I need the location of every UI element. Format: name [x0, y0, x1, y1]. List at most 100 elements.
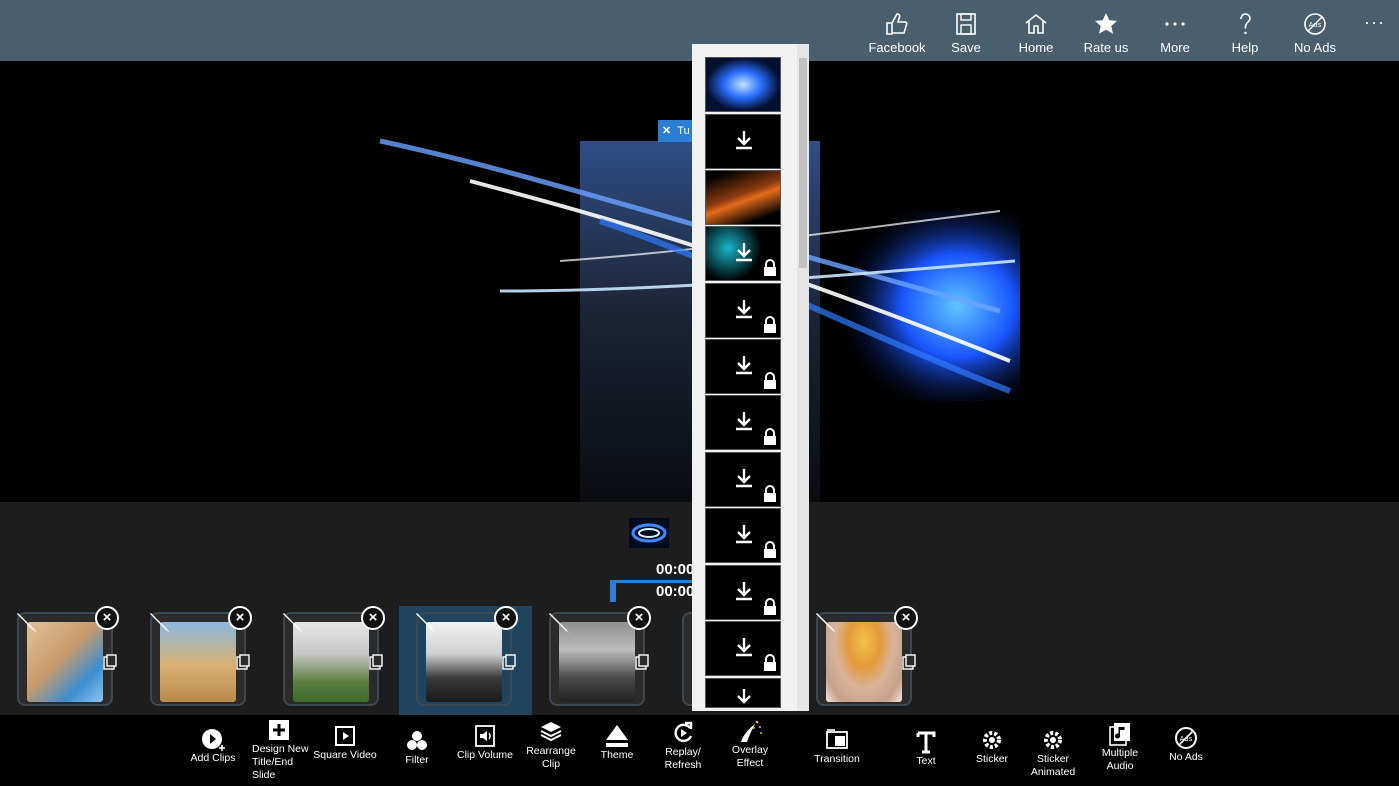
save-label: Save — [951, 40, 981, 55]
no-ads-top-label: No Ads — [1294, 40, 1336, 55]
more-button[interactable]: More — [1140, 0, 1210, 61]
filter-label: Filter — [405, 754, 429, 766]
lock-icon — [764, 428, 776, 445]
lock-icon — [764, 654, 776, 671]
transition-button[interactable]: Transition — [805, 715, 869, 786]
edit-icon[interactable] — [547, 610, 573, 636]
preview-tag-text: Tu — [677, 125, 690, 137]
clip-card[interactable]: × — [148, 606, 252, 706]
square-video-label: Square Video — [313, 749, 377, 761]
clip-card[interactable]: × — [547, 606, 651, 706]
sticker-button[interactable]: Sticker — [960, 715, 1024, 786]
theme-icon — [606, 725, 628, 747]
edit-icon[interactable] — [148, 610, 174, 636]
filter-button[interactable]: Filter — [385, 715, 449, 786]
clip-card[interactable]: × — [814, 606, 918, 706]
rate-us-button[interactable]: Rate us — [1071, 0, 1141, 61]
filter-icon — [407, 731, 427, 750]
multiple-audio-label: Multiple Audio — [1101, 747, 1139, 772]
duplicate-icon[interactable] — [103, 654, 117, 670]
scrollbar-thumb[interactable] — [799, 58, 807, 268]
overlay-item[interactable] — [705, 170, 781, 225]
overlay-effect-button[interactable]: Overlay Effect — [718, 715, 782, 786]
rearrange-clip-button[interactable]: Rearrange Clip — [519, 715, 583, 786]
facebook-button[interactable]: Facebook — [862, 0, 932, 61]
design-slide-button[interactable]: Design New Title/End Slide — [247, 715, 311, 786]
download-icon — [736, 300, 752, 319]
lock-icon — [764, 541, 776, 558]
theme-button[interactable]: Theme — [585, 715, 649, 786]
close-icon[interactable]: ✕ — [662, 125, 671, 137]
text-button[interactable]: Text — [894, 715, 958, 786]
clip-card-selected[interactable]: × — [414, 606, 518, 706]
save-button[interactable]: Save — [931, 0, 1001, 61]
design-slide-icon — [269, 720, 289, 740]
overlay-item-locked[interactable] — [705, 508, 781, 563]
add-clips-button[interactable]: Add Clips — [181, 715, 245, 786]
square-video-button[interactable]: Square Video — [313, 715, 377, 786]
overflow-menu-button[interactable]: ··· — [1364, 12, 1385, 33]
current-overlay-thumbnail[interactable] — [629, 518, 669, 548]
preview-text-tag[interactable]: ✕ Tu — [658, 120, 694, 142]
overlay-item[interactable] — [705, 678, 781, 708]
edit-icon[interactable] — [414, 610, 440, 636]
overlay-item-locked[interactable] — [705, 283, 781, 338]
multiple-audio-button[interactable]: Multiple Audio — [1088, 715, 1152, 786]
sticker-animated-label: Sticker Animated — [1030, 753, 1076, 778]
timeline-slider-handle[interactable] — [610, 580, 616, 602]
clip-volume-button[interactable]: Clip Volume — [453, 715, 517, 786]
overlay-item[interactable] — [705, 114, 781, 169]
remove-clip-button[interactable]: × — [228, 606, 252, 630]
remove-clip-button[interactable]: × — [627, 606, 651, 630]
overlay-item-selected[interactable] — [705, 57, 781, 112]
overlay-item-locked[interactable] — [705, 452, 781, 507]
duplicate-icon[interactable] — [502, 654, 516, 670]
edit-icon[interactable] — [814, 610, 840, 636]
more-icon — [1165, 22, 1185, 26]
timestamp-start: 00:00 — [656, 561, 695, 578]
remove-clip-button[interactable]: × — [361, 606, 385, 630]
duplicate-icon[interactable] — [369, 654, 383, 670]
replay-refresh-button[interactable]: Replay/ Refresh — [651, 715, 715, 786]
sticker-animated-button[interactable]: Sticker Animated — [1021, 715, 1085, 786]
sticker-label: Sticker — [975, 753, 1009, 765]
no-ads-icon: Ads — [1175, 727, 1197, 749]
add-clips-icon — [202, 729, 225, 751]
clip-card[interactable]: × — [15, 606, 119, 706]
help-button[interactable]: Help — [1210, 0, 1280, 61]
overlay-item-locked[interactable] — [705, 621, 781, 676]
overlay-effect-label: Overlay Effect — [731, 744, 769, 769]
facebook-label: Facebook — [868, 40, 926, 55]
star-icon — [1095, 13, 1117, 34]
overlay-item-locked[interactable] — [705, 565, 781, 620]
duplicate-icon[interactable] — [635, 654, 649, 670]
duplicate-icon[interactable] — [236, 654, 250, 670]
overlay-icon — [741, 720, 762, 742]
download-icon — [736, 243, 752, 262]
timestamp-end: 00:00 — [656, 583, 695, 600]
remove-clip-button[interactable]: × — [894, 606, 918, 630]
download-icon — [736, 469, 752, 488]
overlay-item-locked[interactable] — [705, 339, 781, 394]
overlay-item-locked[interactable] — [705, 395, 781, 450]
duplicate-icon[interactable] — [902, 654, 916, 670]
download-icon — [736, 131, 752, 150]
download-icon — [737, 689, 751, 704]
panel-scrollbar[interactable] — [797, 44, 809, 711]
download-icon — [736, 582, 752, 601]
no-ads-bottom-button[interactable]: Ads No Ads — [1154, 715, 1218, 786]
rearrange-clip-label: Rearrange Clip — [526, 745, 576, 770]
overlay-effect-panel — [692, 44, 809, 711]
edit-icon[interactable] — [15, 610, 41, 636]
overlay-item-locked[interactable] — [705, 226, 781, 281]
add-clips-label: Add Clips — [190, 752, 236, 764]
download-icon — [736, 412, 752, 431]
remove-clip-button[interactable]: × — [494, 606, 518, 630]
no-ads-top-button[interactable]: Ads No Ads — [1280, 0, 1350, 61]
home-button[interactable]: Home — [1001, 0, 1071, 61]
clip-card[interactable]: × — [281, 606, 385, 706]
remove-clip-button[interactable]: × — [95, 606, 119, 630]
overlay-swirl-icon — [631, 523, 667, 543]
timeline-slider[interactable] — [612, 580, 694, 583]
edit-icon[interactable] — [281, 610, 307, 636]
